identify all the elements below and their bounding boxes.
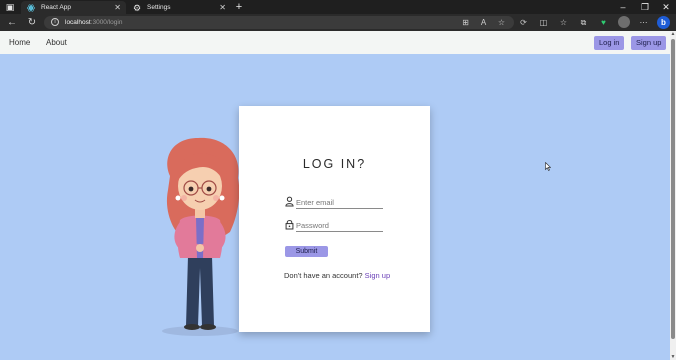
browser-toolbar: ← ↻ i localhost:3000/login ⊞ A ☆ ⟳ ◫ ☆ ⧉… [0,14,676,31]
tab-label: React App [41,4,71,11]
split-screen-icon[interactable]: ◫ [538,17,549,28]
favorites-icon[interactable]: ☆ [558,17,569,28]
scroll-thumb[interactable] [671,39,675,339]
refresh-icon[interactable]: ↻ [25,16,39,29]
react-icon [27,4,35,12]
favorite-star-icon[interactable]: ☆ [496,17,507,28]
site-navbar: Home About Log in Sign up [0,31,670,54]
more-options-icon[interactable]: ⋯ [638,17,649,28]
password-field [285,219,385,233]
info-icon[interactable]: i [51,18,59,26]
character-illustration [162,137,240,336]
lock-icon [285,220,294,230]
web-page: Home About Log in Sign up LOG IN? Enter … [0,31,670,360]
read-aloud-icon[interactable]: A [478,17,489,28]
login-card: LOG IN? Submit Don't have an account? Si… [239,106,430,332]
new-tab-button[interactable]: + [233,0,245,14]
tab-actions-icon[interactable]: ▣ [2,0,18,14]
login-title: LOG IN? [302,157,367,171]
user-icon [285,196,294,207]
mouse-cursor-icon [545,162,551,171]
password-input[interactable] [296,220,383,232]
app-available-icon[interactable]: ⊞ [460,17,471,28]
tab-settings[interactable]: ⚙ Settings ✕ [127,1,231,14]
email-input[interactable] [296,197,383,209]
no-account-text: Don't have an account? [284,271,363,280]
tab-react-app[interactable]: React App ✕ [21,1,126,14]
nav-home-link[interactable]: Home [9,31,30,54]
window-close-icon[interactable]: ✕ [658,0,674,14]
close-icon[interactable]: ✕ [219,1,226,14]
submit-button[interactable]: Submit [285,246,328,257]
browser-essentials-icon[interactable]: ♥ [598,17,609,28]
copilot-icon[interactable]: b [657,16,670,29]
page-scrollbar[interactable]: ▲ ▼ [670,31,676,360]
profile-avatar[interactable] [618,16,630,28]
url-text: localhost:3000/login [65,19,123,26]
nav-about-link[interactable]: About [46,31,67,54]
back-icon[interactable]: ← [5,16,19,29]
email-field [285,196,385,210]
login-button[interactable]: Log in [594,36,625,50]
signup-link[interactable]: Sign up [365,271,390,280]
address-bar[interactable]: i localhost:3000/login ⊞ A ☆ [44,16,514,29]
gear-icon: ⚙ [133,3,142,13]
signup-prompt: Don't have an account? Sign up [284,271,390,280]
minimize-icon[interactable]: – [615,0,631,14]
signup-button[interactable]: Sign up [631,36,667,50]
extensions-icon[interactable]: ⟳ [518,17,529,28]
restore-icon[interactable]: ❐ [637,0,653,14]
scroll-up-icon[interactable]: ▲ [670,31,676,37]
tab-label: Settings [147,4,171,11]
close-icon[interactable]: ✕ [114,1,121,14]
browser-tab-bar: ▣ React App ✕ ⚙ Settings ✕ + – ❐ ✕ [0,0,676,14]
scroll-down-icon[interactable]: ▼ [670,354,676,360]
collections-icon[interactable]: ⧉ [578,17,589,28]
